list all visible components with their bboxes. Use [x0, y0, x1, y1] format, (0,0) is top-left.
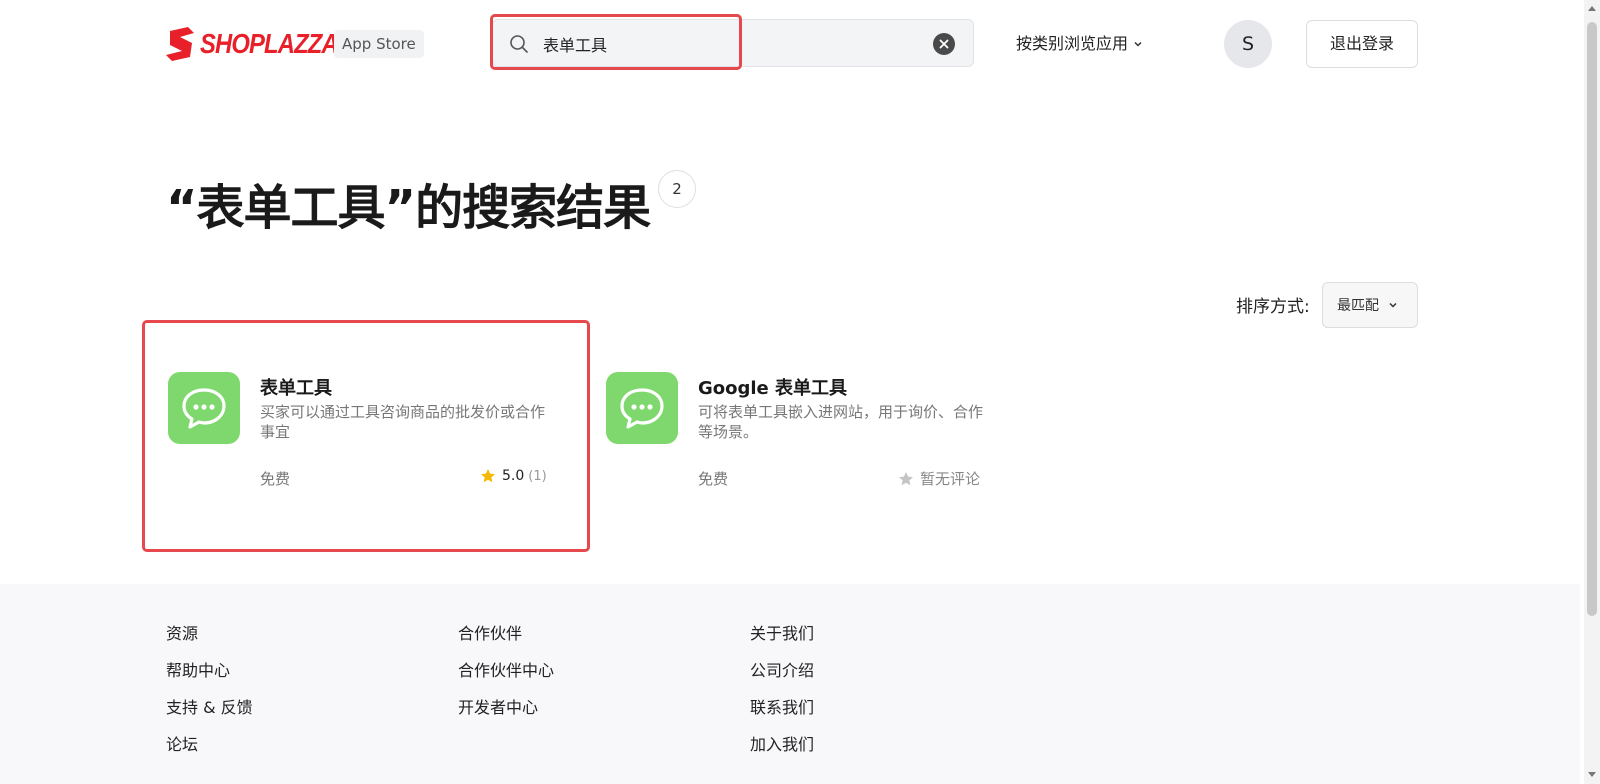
- footer-column-partners: 合作伙伴 合作伙伴中心 开发者中心: [458, 624, 554, 735]
- footer-heading: 资源: [166, 624, 199, 643]
- star-outline-icon: [899, 471, 913, 485]
- footer-link[interactable]: 帮助中心: [166, 661, 253, 698]
- shoplazza-logo[interactable]: SHOPLAZZA: [166, 26, 362, 62]
- app-card[interactable]: 表单工具 买家可以通过工具咨询商品的批发价或合作事宜 免费 5.0 (1): [168, 372, 547, 492]
- footer-column-resources: 资源 帮助中心 支持 & 反馈 论坛: [166, 624, 253, 772]
- browse-categories-label: 按类别浏览应用: [1016, 34, 1129, 53]
- clear-search-icon[interactable]: [933, 33, 955, 55]
- footer-link[interactable]: 支持 & 反馈: [166, 698, 253, 735]
- chat-bubble-icon: [168, 372, 240, 444]
- footer-link[interactable]: 公司介绍: [750, 661, 814, 698]
- app-description: 可将表单工具嵌入进网站，用于询价、合作等场景。: [698, 403, 984, 441]
- chat-bubble-icon: [606, 372, 678, 444]
- logout-button[interactable]: 退出登录: [1306, 20, 1418, 68]
- app-card[interactable]: Google 表单工具 可将表单工具嵌入进网站，用于询价、合作等场景。 免费 暂…: [606, 372, 984, 492]
- page-title: “表单工具”的搜索结果: [166, 180, 651, 236]
- logo-text: SHOPLAZZA: [200, 28, 339, 59]
- header: SHOPLAZZA App Store 按类别浏览应用 S 退出登: [0, 0, 1580, 88]
- app-price: 免费: [698, 470, 729, 488]
- search-icon: [510, 35, 528, 53]
- footer-heading: 合作伙伴: [458, 624, 523, 643]
- footer-link[interactable]: 加入我们: [750, 735, 814, 772]
- star-icon: [481, 469, 495, 483]
- app-rating: 暂无评论: [898, 468, 980, 489]
- logo-mark-icon: [166, 27, 194, 61]
- app-store-badge: App Store: [334, 30, 424, 58]
- user-avatar[interactable]: S: [1224, 20, 1272, 68]
- sort-label: 排序方式:: [1236, 297, 1310, 317]
- scroll-down-arrow-icon[interactable]: [1588, 772, 1596, 777]
- footer-link[interactable]: 联系我们: [750, 698, 814, 735]
- results-count-badge: 2: [658, 170, 696, 208]
- scroll-up-arrow-icon[interactable]: [1588, 6, 1596, 11]
- browse-categories-menu[interactable]: 按类别浏览应用: [1016, 30, 1144, 58]
- app-description: 买家可以通过工具咨询商品的批发价或合作事宜: [260, 403, 546, 441]
- sort-selected-value: 最匹配: [1337, 298, 1379, 314]
- rating-count: (1): [528, 468, 547, 484]
- app-price: 免费: [260, 470, 291, 488]
- footer: 资源 帮助中心 支持 & 反馈 论坛 合作伙伴 合作伙伴中心 开发者中心 关于我…: [0, 584, 1580, 784]
- app-name[interactable]: 表单工具: [260, 374, 332, 400]
- no-review-text: 暂无评论: [920, 470, 981, 488]
- scrollbar-thumb[interactable]: [1587, 22, 1597, 616]
- app-rating: 5.0 (1): [480, 468, 547, 484]
- rating-value: 5.0: [502, 468, 525, 484]
- app-store-page: SHOPLAZZA App Store 按类别浏览应用 S 退出登: [0, 0, 1600, 784]
- search-input[interactable]: [541, 28, 905, 60]
- footer-link[interactable]: 合作伙伴中心: [458, 661, 554, 698]
- footer-column-about: 关于我们 公司介绍 联系我们 加入我们: [750, 624, 814, 772]
- vertical-scrollbar[interactable]: [1584, 0, 1600, 784]
- footer-link[interactable]: 论坛: [166, 735, 253, 772]
- app-name[interactable]: Google 表单工具: [698, 374, 847, 400]
- footer-heading: 关于我们: [750, 624, 815, 643]
- chevron-down-icon: [1134, 41, 1142, 47]
- search-box[interactable]: [492, 19, 974, 67]
- footer-link[interactable]: 开发者中心: [458, 698, 554, 735]
- sort-select[interactable]: 最匹配: [1322, 282, 1418, 328]
- chevron-down-icon: [1389, 302, 1397, 308]
